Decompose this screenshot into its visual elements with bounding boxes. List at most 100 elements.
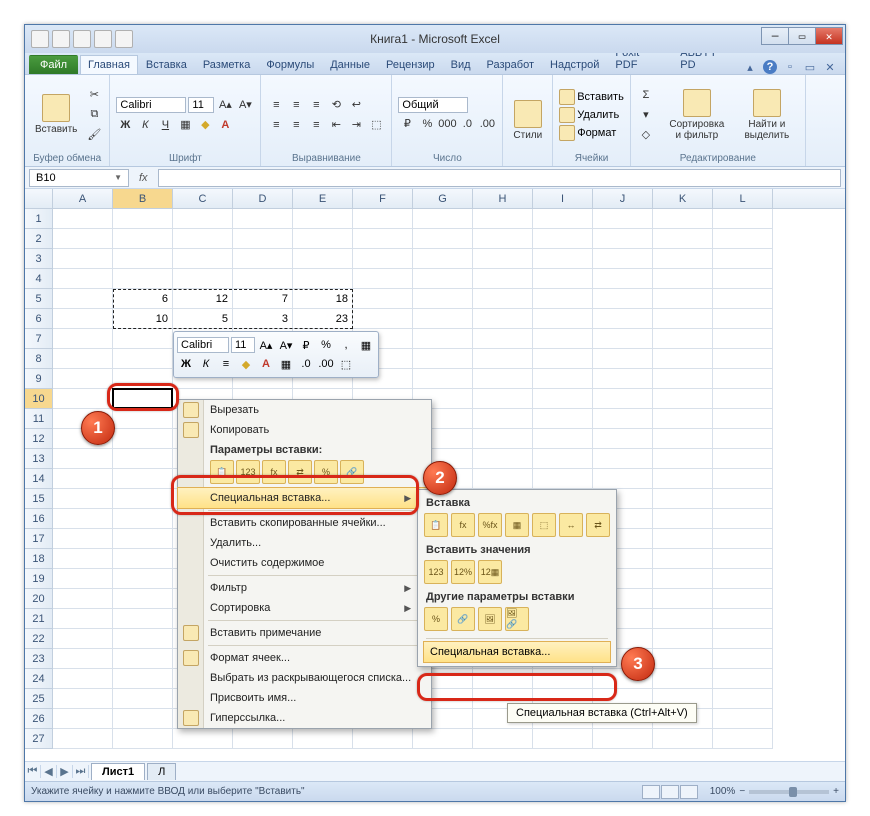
row-header-6[interactable]: 6 [25, 309, 53, 329]
cell-K12[interactable] [653, 429, 713, 449]
cell-L23[interactable] [713, 649, 773, 669]
cell-B25[interactable] [113, 689, 173, 709]
cell-J7[interactable] [593, 329, 653, 349]
cell-K20[interactable] [653, 589, 713, 609]
ctx-cut[interactable]: Вырезать [178, 400, 431, 420]
cell-I2[interactable] [533, 229, 593, 249]
cell-A27[interactable] [53, 729, 113, 749]
cell-F27[interactable] [353, 729, 413, 749]
cell-D4[interactable] [233, 269, 293, 289]
cell-I1[interactable] [533, 209, 593, 229]
styles-button[interactable]: Стили [509, 98, 546, 143]
cell-F6[interactable] [353, 309, 413, 329]
cell-L21[interactable] [713, 609, 773, 629]
ctx-pick-from-list[interactable]: Выбрать из раскрывающегося списка... [178, 668, 431, 688]
cell-F5[interactable] [353, 289, 413, 309]
cell-I11[interactable] [533, 409, 593, 429]
cell-A4[interactable] [53, 269, 113, 289]
help-icon[interactable]: ? [763, 60, 777, 74]
sub-values-src-icon[interactable]: 12▦ [478, 560, 502, 584]
ctx-define-name[interactable]: Присвоить имя... [178, 688, 431, 708]
cell-J10[interactable] [593, 389, 653, 409]
cell-J1[interactable] [593, 209, 653, 229]
mini-font-name[interactable]: Calibri [177, 337, 229, 353]
tab-formulas[interactable]: Формулы [258, 55, 322, 74]
cell-L5[interactable] [713, 289, 773, 309]
cell-H12[interactable] [473, 429, 533, 449]
ctx-filter[interactable]: Фильтр▶ [178, 578, 431, 598]
cell-L27[interactable] [713, 729, 773, 749]
row-header-24[interactable]: 24 [25, 669, 53, 689]
col-header-A[interactable]: A [53, 189, 113, 208]
copy-icon[interactable]: ⧉ [85, 106, 103, 124]
cell-K23[interactable] [653, 649, 713, 669]
format-cells-label[interactable]: Формат [577, 127, 616, 139]
mini-font-size[interactable]: 11 [231, 337, 255, 353]
tab-addins[interactable]: Надстрой [542, 55, 607, 74]
cell-H10[interactable] [473, 389, 533, 409]
cell-I10[interactable] [533, 389, 593, 409]
cell-A5[interactable] [53, 289, 113, 309]
cell-C4[interactable] [173, 269, 233, 289]
sheet-tab-2[interactable]: Л [147, 763, 176, 780]
cell-A9[interactable] [53, 369, 113, 389]
cell-C1[interactable] [173, 209, 233, 229]
cell-J6[interactable] [593, 309, 653, 329]
cell-A13[interactable] [53, 449, 113, 469]
redo-icon[interactable] [94, 30, 112, 48]
cell-I6[interactable] [533, 309, 593, 329]
cell-A15[interactable] [53, 489, 113, 509]
row-header-14[interactable]: 14 [25, 469, 53, 489]
col-header-I[interactable]: I [533, 189, 593, 208]
cell-B14[interactable] [113, 469, 173, 489]
paste-button[interactable]: Вставить [31, 92, 81, 137]
cell-L10[interactable] [713, 389, 773, 409]
mini-grow-font-icon[interactable]: A▴ [257, 336, 275, 354]
insert-cells-label[interactable]: Вставить [577, 91, 624, 103]
row-header-15[interactable]: 15 [25, 489, 53, 509]
ctx-format-cells[interactable]: Формат ячеек... [178, 648, 431, 668]
tab-view[interactable]: Вид [443, 55, 479, 74]
percent-icon[interactable]: % [418, 115, 436, 133]
ctx-hyperlink[interactable]: Гиперссылка... [178, 708, 431, 728]
cell-G5[interactable] [413, 289, 473, 309]
cell-L25[interactable] [713, 689, 773, 709]
align-left-icon[interactable]: ≡ [267, 116, 285, 134]
mini-italic-icon[interactable]: К [197, 355, 215, 373]
cell-B5[interactable]: 6 [113, 289, 173, 309]
row-header-23[interactable]: 23 [25, 649, 53, 669]
cell-K24[interactable] [653, 669, 713, 689]
cell-J13[interactable] [593, 449, 653, 469]
find-select-button[interactable]: Найти и выделить [735, 87, 799, 143]
cell-F4[interactable] [353, 269, 413, 289]
cell-D27[interactable] [233, 729, 293, 749]
cell-L9[interactable] [713, 369, 773, 389]
cell-I9[interactable] [533, 369, 593, 389]
ctx-copy[interactable]: Копировать [178, 420, 431, 440]
cell-D3[interactable] [233, 249, 293, 269]
view-pagebreak-icon[interactable] [680, 785, 698, 799]
cell-J9[interactable] [593, 369, 653, 389]
mini-fill-icon[interactable]: ◆ [237, 355, 255, 373]
cell-F1[interactable] [353, 209, 413, 229]
mini-percent-icon[interactable]: % [317, 336, 335, 354]
cell-G7[interactable] [413, 329, 473, 349]
bold-icon[interactable]: Ж [116, 116, 134, 134]
cell-I24[interactable] [533, 669, 593, 689]
cell-J2[interactable] [593, 229, 653, 249]
view-layout-icon[interactable] [661, 785, 679, 799]
col-header-L[interactable]: L [713, 189, 773, 208]
cell-A7[interactable] [53, 329, 113, 349]
cell-E27[interactable] [293, 729, 353, 749]
cell-H7[interactable] [473, 329, 533, 349]
sub-paste-transpose-icon[interactable]: ⇄ [586, 513, 610, 537]
tab-data[interactable]: Данные [322, 55, 378, 74]
cell-A26[interactable] [53, 709, 113, 729]
cell-K2[interactable] [653, 229, 713, 249]
cell-E3[interactable] [293, 249, 353, 269]
col-header-D[interactable]: D [233, 189, 293, 208]
cell-A20[interactable] [53, 589, 113, 609]
cell-L18[interactable] [713, 549, 773, 569]
cell-B24[interactable] [113, 669, 173, 689]
number-format-select[interactable]: Общий [398, 97, 468, 113]
